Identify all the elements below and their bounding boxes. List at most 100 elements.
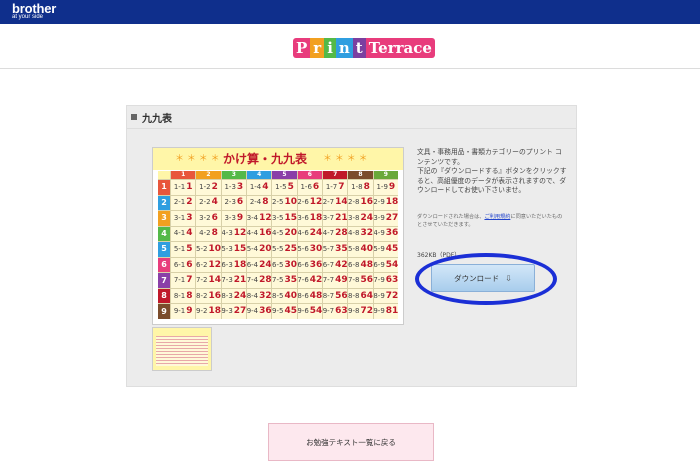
grid-answer: 72 xyxy=(360,306,373,317)
chart-header: ＊ ＊ ＊ ＊ かけ算・九九表 ＊ ＊ ＊ ＊ xyxy=(153,148,403,170)
grid-cell: 8-3 24 xyxy=(221,288,246,304)
grid-answer: 6 xyxy=(211,212,218,223)
grid-equation: 1-9 xyxy=(376,182,388,191)
grid-answer: 24 xyxy=(259,259,272,270)
grid-cell: 3-1 3 xyxy=(171,211,196,226)
grid-answer: 4 xyxy=(186,228,193,239)
grid-equation: 9-9 xyxy=(373,307,385,316)
grid-cell: 2-8 16 xyxy=(348,195,373,211)
grid-cell: 3-6 18 xyxy=(297,211,322,226)
grid-answer: 54 xyxy=(309,306,322,317)
grid-cell: 5-1 5 xyxy=(171,242,196,257)
grid-cell: 8-2 16 xyxy=(196,288,221,304)
grid-cell: 2-4 8 xyxy=(247,195,272,211)
grid-answer: 42 xyxy=(309,275,322,286)
download-label: ダウンロード xyxy=(454,273,500,283)
grid-answer: 63 xyxy=(335,306,348,317)
grid-cell: 5-6 30 xyxy=(297,242,322,257)
grid-row-header: 8 xyxy=(158,288,170,304)
grid-equation: 7-8 xyxy=(348,276,360,285)
grid-equation: 1-3 xyxy=(224,182,236,191)
grid-cell: 3-7 21 xyxy=(323,211,348,226)
grid-cell: 2-3 6 xyxy=(221,195,246,211)
grid-cell: 4-3 12 xyxy=(221,226,246,242)
grid-cell: 7-4 28 xyxy=(247,273,272,288)
square-bullet-icon xyxy=(131,114,137,120)
grid-cell: 8-6 48 xyxy=(297,288,322,304)
grid-answer: 16 xyxy=(259,228,272,239)
grid-cell: 1-7 7 xyxy=(323,180,348,195)
grid-answer: 15 xyxy=(284,212,297,223)
grid-cell: 5-7 35 xyxy=(323,242,348,257)
grid-cell: 3-4 12 xyxy=(247,211,272,226)
grid-answer: 63 xyxy=(385,275,398,286)
grid-answer: 8 xyxy=(363,181,370,192)
grid-answer: 24 xyxy=(233,290,246,301)
grid-equation: 4-3 xyxy=(221,229,233,238)
grid-answer: 28 xyxy=(259,275,272,286)
grid-equation: 8-2 xyxy=(196,291,208,300)
grid-cell: 6-2 12 xyxy=(196,257,221,273)
grid-answer: 3 xyxy=(186,212,193,223)
grid-answer: 32 xyxy=(259,290,272,301)
grid-answer: 45 xyxy=(385,243,398,254)
grid-cell: 2-2 4 xyxy=(196,195,221,211)
file-size-label: 362KB（PDF） xyxy=(417,252,461,259)
grid-cell: 9-5 45 xyxy=(272,304,297,319)
grid-equation: 7-2 xyxy=(196,276,208,285)
grid-row-header: 9 xyxy=(158,304,170,319)
grid-equation: 4-9 xyxy=(373,229,385,238)
grid-answer: 20 xyxy=(284,228,297,239)
grid-column-header: 4 xyxy=(247,171,272,179)
grid-answer: 8 xyxy=(211,228,218,239)
print-terrace-logo[interactable]: P r i n t Terrace xyxy=(293,36,435,60)
grid-equation: 5-4 xyxy=(247,244,259,253)
grid-equation: 3-9 xyxy=(373,213,385,222)
grid-cell: 2-9 18 xyxy=(373,195,398,211)
grid-answer: 21 xyxy=(233,275,246,286)
grid-answer: 49 xyxy=(335,275,348,286)
grid-equation: 4-8 xyxy=(348,229,360,238)
grid-answer: 32 xyxy=(360,228,373,239)
grid-equation: 1-4 xyxy=(249,182,262,191)
back-to-list-button[interactable]: お勉強テキスト一覧に戻る xyxy=(268,423,434,461)
star-decoration-icon: ＊ ＊ ＊ ＊ xyxy=(175,154,220,164)
grid-equation: 8-1 xyxy=(173,291,186,300)
grid-cell: 6-5 30 xyxy=(272,257,297,273)
grid-cell: 6-1 6 xyxy=(171,257,196,273)
grid-equation: 8-4 xyxy=(247,291,259,300)
grid-answer: 6 xyxy=(312,181,320,192)
description-line: 下記の『ダウンロードする』ボタンをクリックすると、高組優度のデータが表示されます… xyxy=(417,167,567,194)
grid-answer: 18 xyxy=(208,306,221,317)
grid-row-header: 2 xyxy=(158,195,170,211)
grid-equation: 5-8 xyxy=(348,244,360,253)
grid-column-header: 3 xyxy=(221,171,246,179)
grid-equation: 2-1 xyxy=(173,198,186,207)
grid-answer: 36 xyxy=(309,259,322,270)
grid-answer: 9 xyxy=(236,212,244,223)
terms-link[interactable]: ご利用規約 xyxy=(484,214,510,220)
note-text: ダウンロードされた場合は、 xyxy=(417,214,485,220)
grid-equation: 2-8 xyxy=(348,198,360,207)
grid-equation: 8-9 xyxy=(373,291,385,300)
chart-title: かけ算・九九表 xyxy=(223,152,308,166)
grid-column-header: 2 xyxy=(196,171,221,179)
grid-equation: 6-8 xyxy=(348,260,360,269)
grid-answer: 12 xyxy=(208,259,221,270)
brand-tagline: at your side xyxy=(12,14,44,20)
preview-image[interactable]: ＊ ＊ ＊ ＊ かけ算・九九表 ＊ ＊ ＊ ＊ 1 2 3 4 5 6 7 8 9 1 1-1 1 1-… xyxy=(152,147,404,325)
grid-equation: 5-7 xyxy=(323,244,335,253)
grid-column-header: 6 xyxy=(297,171,322,179)
grid-answer: 8 xyxy=(186,290,193,301)
terms-note: ダウンロードされた場合は、ご利用規約に同意いただいたものとさせていただきます。 xyxy=(417,213,567,229)
grid-cell: 9-3 27 xyxy=(221,304,246,319)
top-bar: brother at your side xyxy=(0,0,700,24)
thumbnail-image[interactable] xyxy=(152,327,212,371)
back-label: お勉強テキスト一覧に戻る xyxy=(306,437,396,447)
grid-answer: 18 xyxy=(309,212,322,223)
grid-cell: 1-6 6 xyxy=(297,180,322,195)
grid-equation: 6-6 xyxy=(297,260,309,269)
grid-answer: 10 xyxy=(284,197,297,208)
download-button[interactable]: ダウンロード ⇩ xyxy=(431,264,535,292)
grid-equation: 6-2 xyxy=(196,260,208,269)
